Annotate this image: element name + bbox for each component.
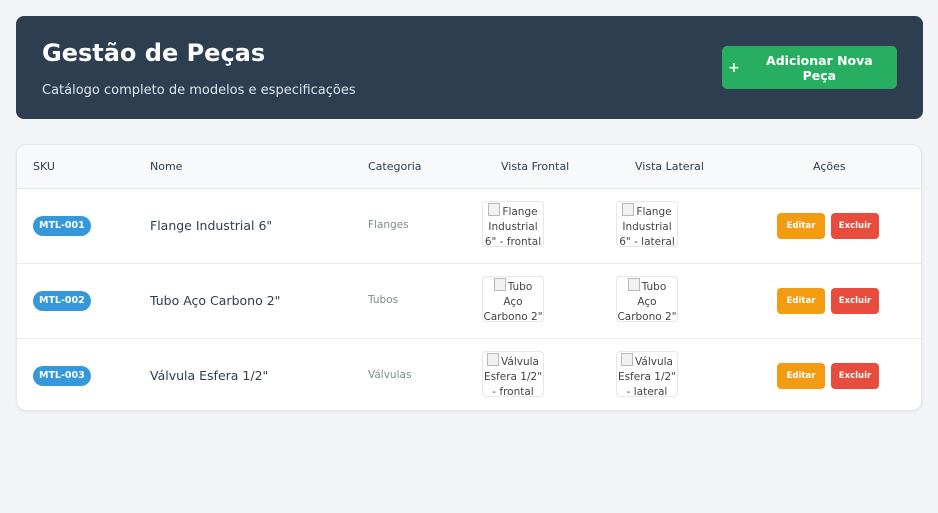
page-header: Gestão de Peças Catálogo completo de mod… bbox=[16, 16, 923, 119]
page-subtitle: Catálogo completo de modelos e especific… bbox=[42, 83, 356, 98]
broken-image-icon bbox=[627, 278, 640, 291]
part-category: Válvulas bbox=[368, 369, 412, 381]
column-header-category: Categoria bbox=[368, 160, 422, 173]
sku-badge: MTL-001 bbox=[33, 216, 91, 236]
part-category: Flanges bbox=[368, 219, 409, 231]
sku-badge: MTL-003 bbox=[33, 366, 91, 386]
plus-icon: + bbox=[728, 59, 740, 76]
add-part-button[interactable]: + Adicionar Nova Peça bbox=[722, 46, 897, 89]
broken-image-icon bbox=[488, 203, 501, 216]
page-title: Gestão de Peças bbox=[42, 39, 266, 67]
column-header-name: Nome bbox=[150, 160, 183, 173]
table-header: SKU Nome Categoria Vista Frontal Vista L… bbox=[17, 145, 921, 189]
broken-image-icon bbox=[493, 278, 506, 291]
edit-button[interactable]: Editar bbox=[777, 213, 825, 239]
edit-button[interactable]: Editar bbox=[777, 288, 825, 314]
front-view-alt-text: Tubo Aço Carbono 2" - frontal bbox=[483, 281, 543, 322]
table-row: MTL-001 Flange Industrial 6" Flanges Fla… bbox=[17, 189, 921, 264]
delete-button[interactable]: Excluir bbox=[831, 288, 879, 314]
broken-image-icon bbox=[622, 203, 635, 216]
side-view-image: Flange Industrial 6" - lateral bbox=[616, 201, 678, 247]
side-view-alt-text: Tubo Aço Carbono 2" - lateral bbox=[617, 281, 677, 322]
part-name: Flange Industrial 6" bbox=[150, 218, 273, 233]
add-part-button-label: Adicionar Nova Peça bbox=[766, 52, 873, 83]
column-header-actions: Ações bbox=[813, 160, 846, 173]
column-header-front-view: Vista Frontal bbox=[501, 160, 570, 173]
part-name: Tubo Aço Carbono 2" bbox=[150, 293, 281, 308]
side-view-image: Tubo Aço Carbono 2" - lateral bbox=[616, 276, 678, 322]
delete-button[interactable]: Excluir bbox=[831, 213, 879, 239]
front-view-image: Tubo Aço Carbono 2" - frontal bbox=[482, 276, 544, 322]
edit-button[interactable]: Editar bbox=[777, 363, 825, 389]
parts-table: SKU Nome Categoria Vista Frontal Vista L… bbox=[16, 144, 922, 411]
column-header-side-view: Vista Lateral bbox=[635, 160, 704, 173]
front-view-image: Flange Industrial 6" - frontal bbox=[482, 201, 544, 247]
table-row: MTL-003 Válvula Esfera 1/2" Válvulas Vál… bbox=[17, 339, 921, 410]
part-category: Tubos bbox=[368, 294, 399, 306]
side-view-image: Válvula Esfera 1/2" - lateral bbox=[616, 351, 678, 397]
broken-image-icon bbox=[621, 353, 634, 366]
table-row: MTL-002 Tubo Aço Carbono 2" Tubos Tubo A… bbox=[17, 264, 921, 339]
sku-badge: MTL-002 bbox=[33, 291, 91, 311]
part-name: Válvula Esfera 1/2" bbox=[150, 368, 269, 383]
broken-image-icon bbox=[487, 353, 500, 366]
front-view-image: Válvula Esfera 1/2" - frontal bbox=[482, 351, 544, 397]
column-header-sku: SKU bbox=[33, 160, 55, 173]
delete-button[interactable]: Excluir bbox=[831, 363, 879, 389]
